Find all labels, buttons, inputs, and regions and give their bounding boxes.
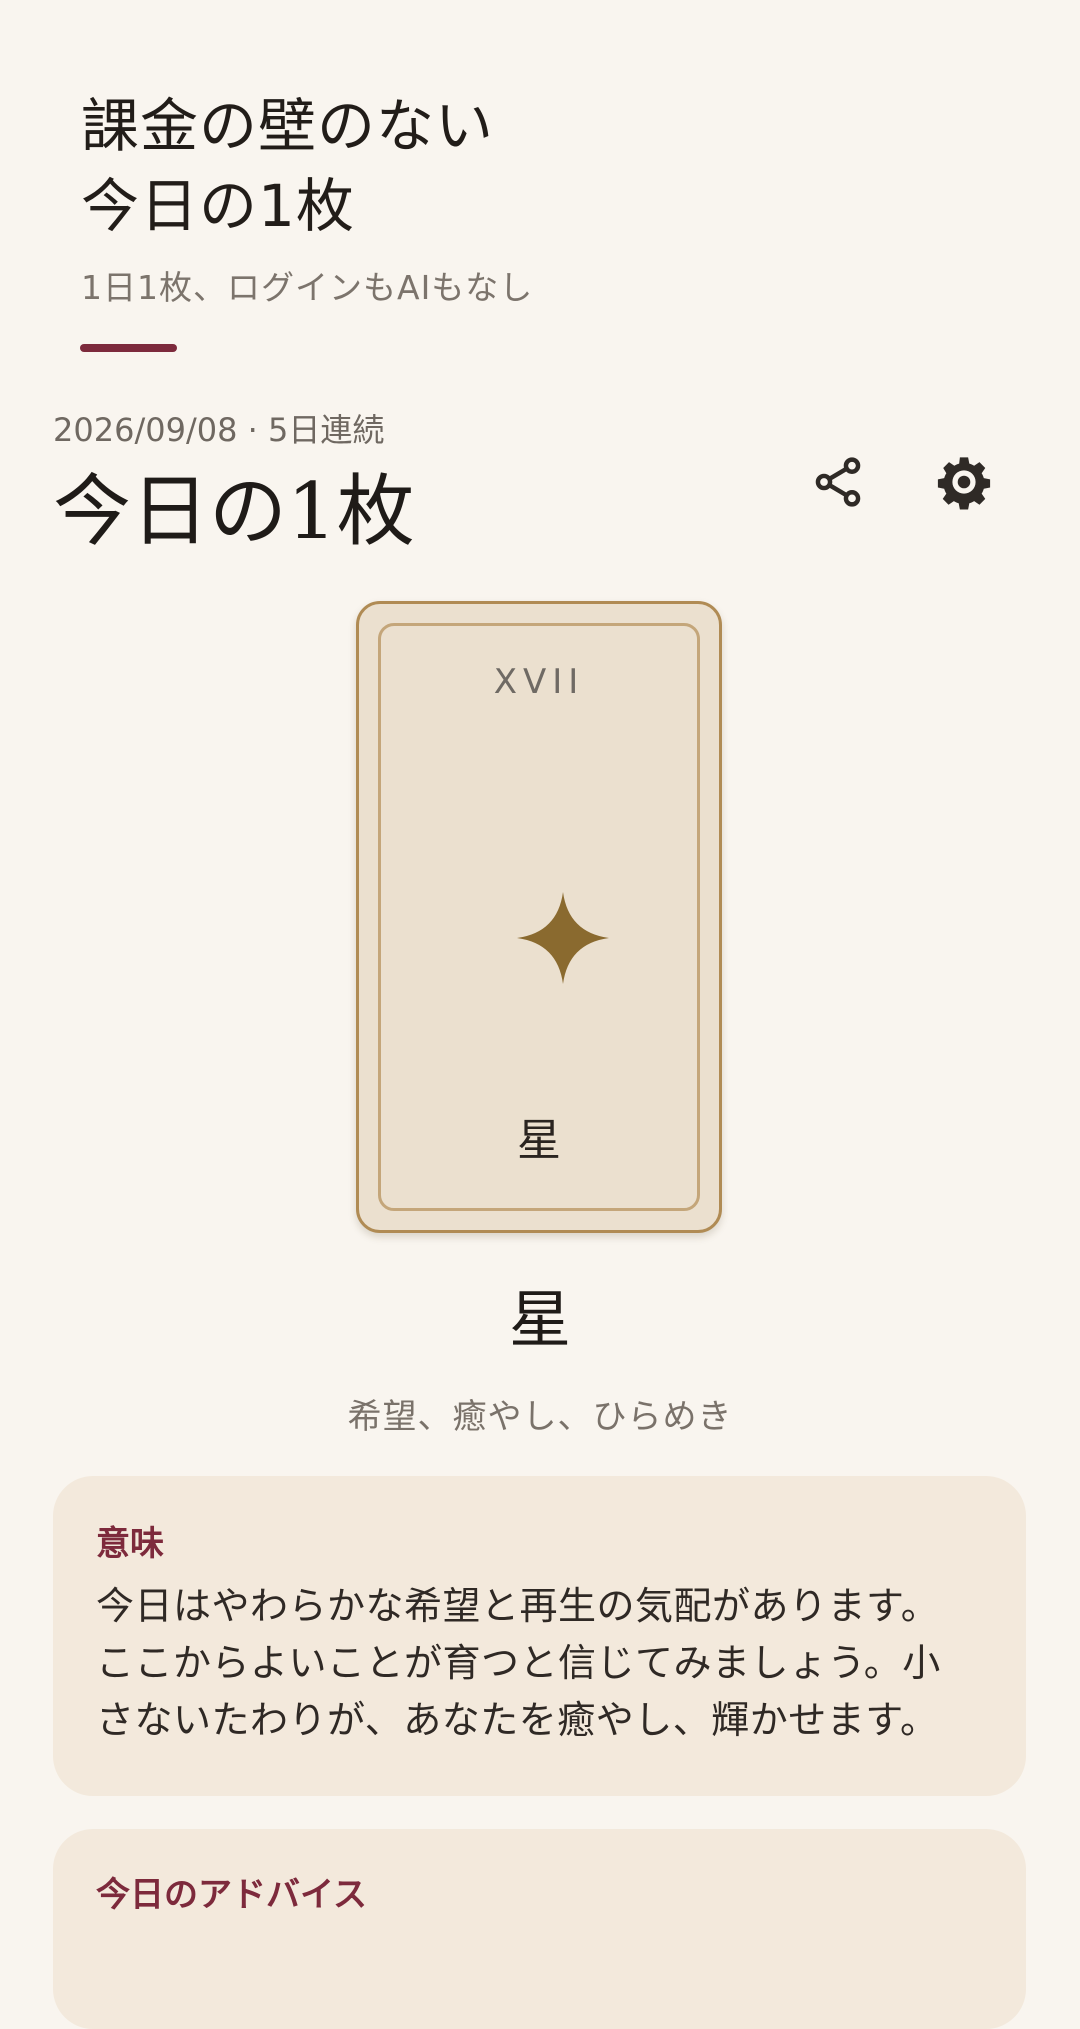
advice-card: 今日のアドバイス <box>53 1829 1026 2029</box>
promo-banner: 課金の壁のない 今日の1枚 1日1枚、ログインもAIもなし <box>81 86 781 308</box>
page-title: 今日の1枚 <box>53 467 415 557</box>
share-button[interactable] <box>790 434 886 530</box>
meaning-text-line-1: 今日はやわらかな希望と再生の気配があります。 <box>96 1584 940 1628</box>
card-numeral: XVII <box>493 662 585 702</box>
tarot-card-inner-frame: XVII 星 <box>378 623 700 1211</box>
date-streak-text: 2026/09/08 · 5日連続 <box>53 411 385 449</box>
promo-subtitle: 1日1枚、ログインもAIもなし <box>81 268 534 307</box>
share-icon <box>815 457 861 507</box>
promo-title: 課金の壁のない 今日の1枚 <box>81 86 781 246</box>
card-keywords: 希望、癒やし、ひらめき <box>347 1397 733 1437</box>
advice-label: 今日のアドバイス <box>96 1875 367 1915</box>
promo-title-line-1: 課金の壁のない <box>81 92 495 160</box>
settings-button[interactable] <box>916 434 1012 530</box>
meaning-label: 意味 <box>96 1524 164 1564</box>
promo-accent-rule <box>80 344 177 352</box>
meaning-text-line-2: ここからよいことが育つと信じてみましょう。小 <box>96 1641 941 1685</box>
card-name-on-card: 星 <box>517 1115 561 1166</box>
gear-icon <box>937 457 991 510</box>
meaning-text: 今日はやわらかな希望と再生の気配があります。 ここからよいことが育つと信じてみま… <box>96 1578 983 1749</box>
meaning-card: 意味 今日はやわらかな希望と再生の気配があります。 ここからよいことが育つと信じ… <box>53 1476 1026 1796</box>
promo-title-line-2: 今日の1枚 <box>81 172 355 240</box>
meaning-text-line-3: さないたわりが、あなたを癒やし、輝かせます。 <box>96 1698 939 1742</box>
star-icon <box>517 892 609 984</box>
tarot-card[interactable]: XVII 星 <box>356 601 722 1233</box>
card-name: 星 <box>508 1283 571 1356</box>
